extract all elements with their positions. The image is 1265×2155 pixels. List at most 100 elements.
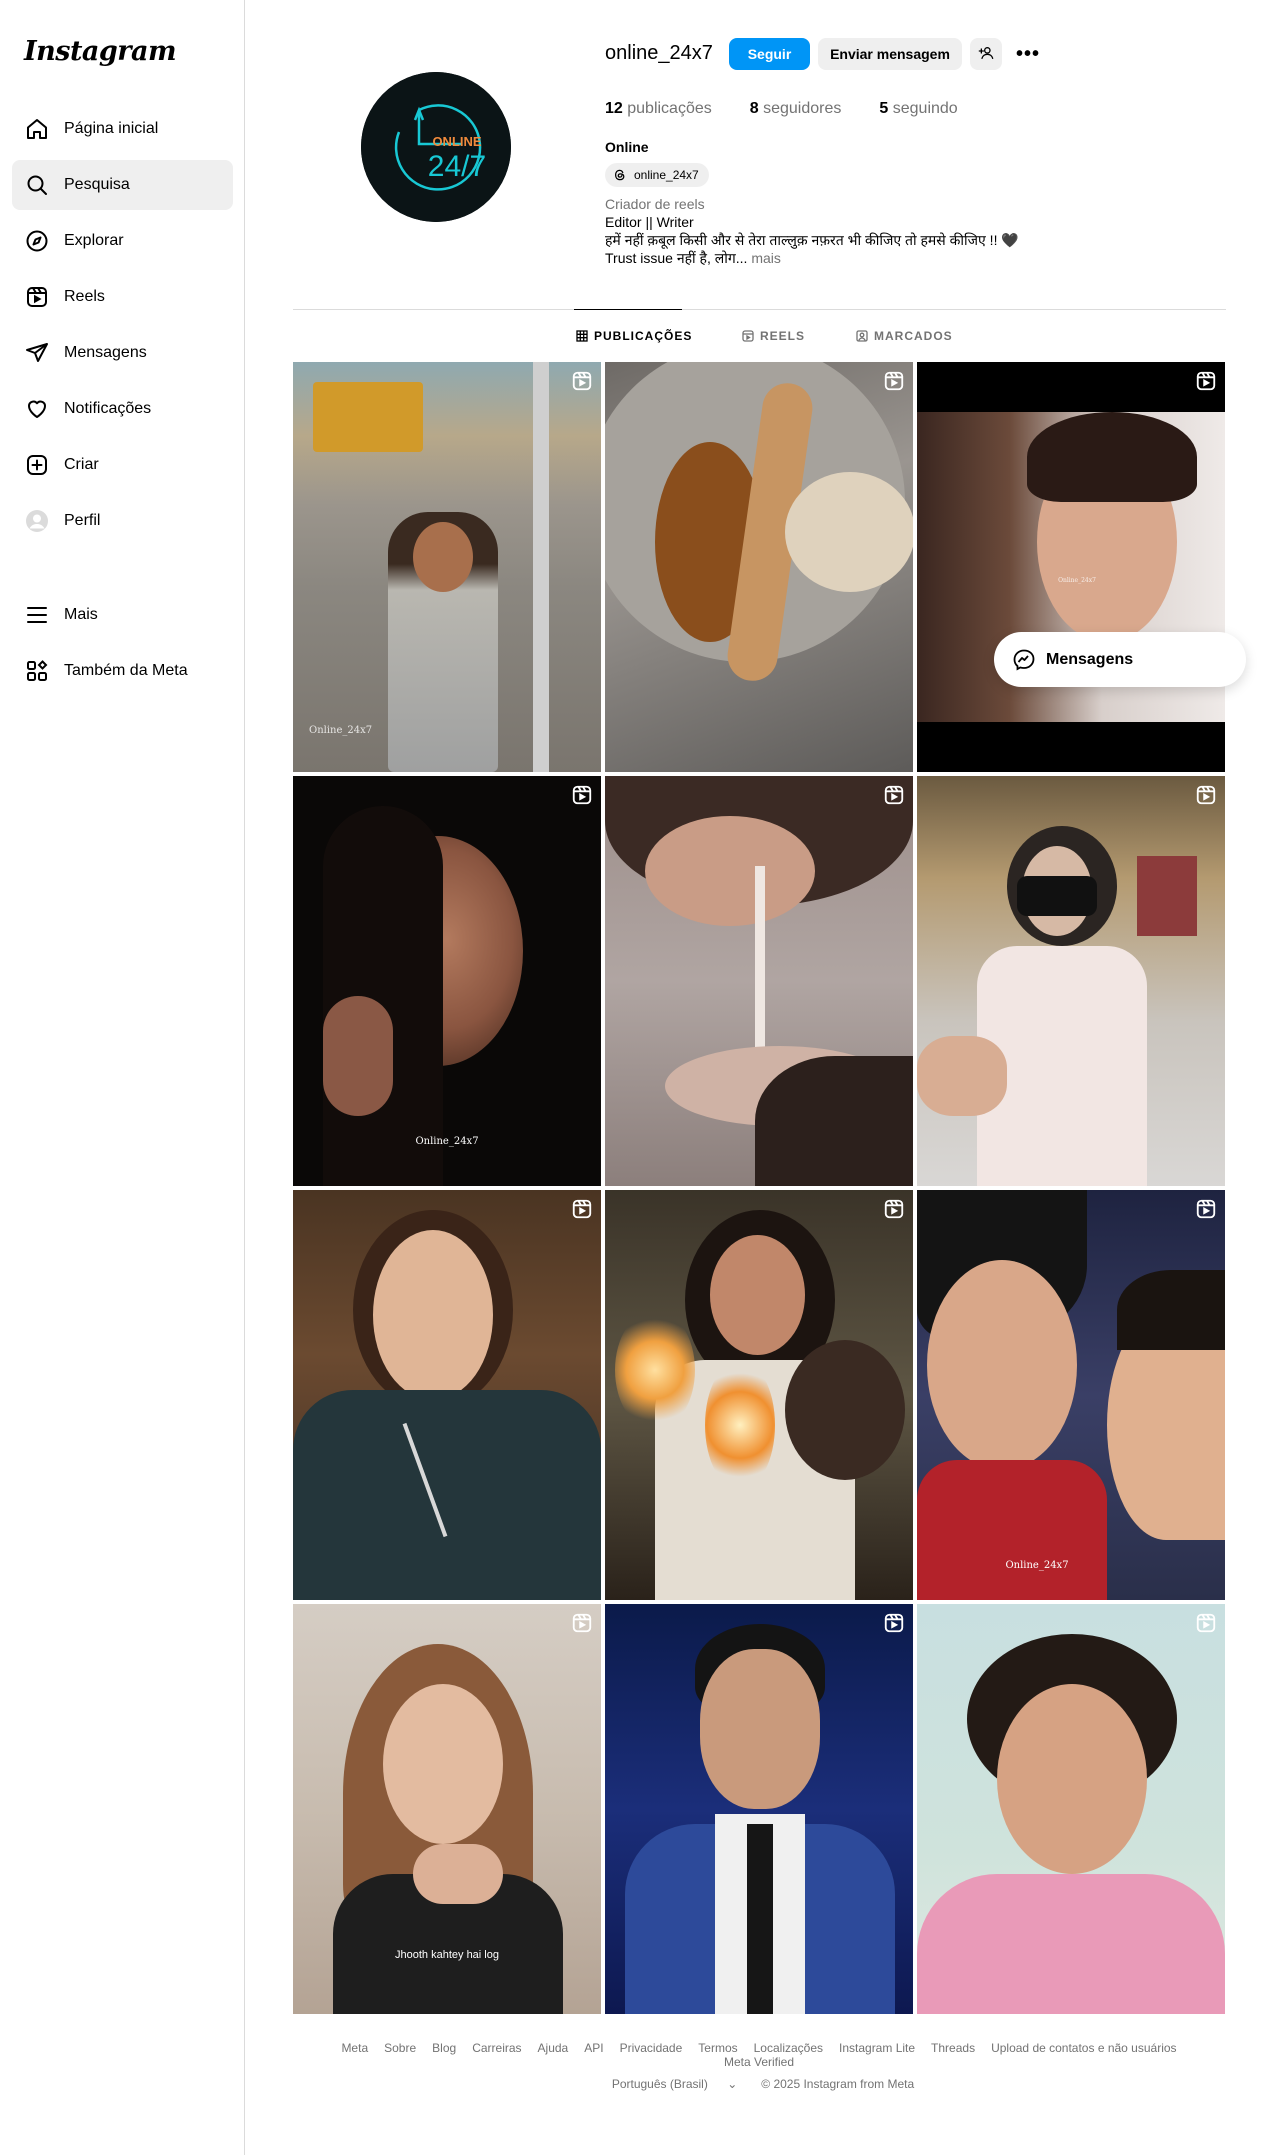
profile-username: online_24x7 [605, 42, 713, 64]
footer-link[interactable]: Termos [698, 2041, 737, 2055]
copyright: © 2025 Instagram from Meta [761, 2077, 915, 2091]
following-label: seguindo [892, 100, 958, 117]
footer-link[interactable]: Meta [341, 2041, 368, 2055]
post-tile[interactable]: Online_24x7 [293, 362, 601, 772]
footer-link[interactable]: Blog [432, 2041, 456, 2055]
bio-line: Trust issue नहीं है, लोग... mais [605, 249, 1105, 267]
send-message-button[interactable]: Enviar mensagem [818, 38, 962, 70]
reels-icon [24, 284, 50, 310]
post-caption: Online_24x7 [1005, 1560, 1069, 1571]
footer-link[interactable]: Carreiras [472, 2041, 521, 2055]
post-tile[interactable]: Online_24x7 [293, 776, 601, 1186]
nav-meta-apps[interactable]: Também da Meta [12, 646, 233, 696]
followers-count: 8 [749, 100, 759, 117]
posts-count: 12 [605, 100, 623, 117]
post-tile[interactable] [917, 776, 1225, 1186]
following-count: 5 [879, 100, 889, 117]
profile-stats: 12 publicações 8 seguidores 5 seguindo [605, 100, 996, 118]
sidebar-bottom: Mais Também da Meta [12, 590, 233, 702]
nav-home[interactable]: Página inicial [12, 104, 233, 154]
nav-meta-apps-label: Também da Meta [64, 662, 188, 679]
follow-button[interactable]: Seguir [729, 38, 810, 70]
nav-notifications[interactable]: Notificações [12, 384, 233, 434]
tab-tagged[interactable]: MARCADOS [856, 329, 953, 343]
footer-link[interactable]: Privacidade [620, 2041, 683, 2055]
compass-icon [24, 228, 50, 254]
language-selector[interactable]: Português (Brasil) ⌄ [604, 2077, 745, 2091]
footer-link[interactable]: API [584, 2041, 603, 2055]
nav-messages[interactable]: Mensagens [12, 328, 233, 378]
nav-home-label: Página inicial [64, 120, 159, 137]
post-tile[interactable]: Online_24x7 [917, 1190, 1225, 1600]
post-tile[interactable] [605, 362, 913, 772]
nav-explore[interactable]: Explorar [12, 216, 233, 266]
followers-label: seguidores [763, 100, 842, 117]
profile-avatar[interactable]: ONLINE 24/7 [361, 72, 511, 222]
profile-avatar-icon [24, 508, 50, 534]
reel-icon [1195, 1198, 1217, 1220]
footer-link[interactable]: Instagram Lite [839, 2041, 915, 2055]
footer-link[interactable]: Ajuda [538, 2041, 569, 2055]
posts-label: publicações [627, 100, 712, 117]
nav-notifications-label: Notificações [64, 400, 152, 417]
posts-stat[interactable]: 12 publicações [605, 100, 712, 118]
nav-reels[interactable]: Reels [12, 272, 233, 322]
threads-icon [613, 167, 629, 183]
threads-handle: online_24x7 [634, 168, 699, 182]
suggested-users-button[interactable] [970, 38, 1002, 70]
profile-bio: Editor || Writer हमें नहीं क़बूल किसी और… [605, 213, 1105, 267]
tab-reels[interactable]: REELS [742, 329, 805, 343]
options-button[interactable]: ••• [1012, 38, 1044, 70]
following-stat[interactable]: 5 seguindo [879, 100, 957, 118]
nav-search-label: Pesquisa [64, 176, 130, 193]
instagram-logo[interactable]: Instagram [24, 36, 177, 67]
tab-reels-label: REELS [760, 329, 806, 343]
reel-icon [571, 1198, 593, 1220]
post-tile[interactable]: Online_24x7 [917, 362, 1225, 772]
footer-link[interactable]: Sobre [384, 2041, 416, 2055]
footer-links: Meta Sobre Blog Carreiras Ajuda API Priv… [293, 2041, 1225, 2069]
nav-more[interactable]: Mais [12, 590, 233, 640]
post-tile[interactable] [293, 1190, 601, 1600]
post-tile[interactable]: Jhooth kahtey hai log [293, 1604, 601, 2014]
profile-category: Criador de reels [605, 196, 705, 212]
meta-apps-icon [24, 658, 50, 684]
reel-icon [883, 1198, 905, 1220]
nav-create[interactable]: Criar [12, 440, 233, 490]
reels-icon [742, 330, 754, 342]
post-tile[interactable] [605, 1604, 913, 2014]
post-caption: Online_24x7 [415, 1136, 479, 1147]
main-nav: Página inicial Pesquisa Explorar Reels M… [12, 104, 233, 552]
footer-link[interactable]: Threads [931, 2041, 975, 2055]
floating-messages-label: Mensagens [1046, 650, 1134, 668]
footer-link[interactable]: Localizações [754, 2041, 823, 2055]
footer-link[interactable]: Meta Verified [724, 2055, 794, 2069]
home-icon [24, 116, 50, 142]
reel-icon [883, 784, 905, 806]
reel-icon [1195, 1612, 1217, 1634]
post-tile[interactable] [605, 1190, 913, 1600]
floating-messages-button[interactable]: Mensagens [994, 632, 1246, 687]
footer-link[interactable]: Upload de contatos e não usuários [991, 2041, 1176, 2055]
send-icon [24, 340, 50, 366]
post-tile[interactable] [917, 1604, 1225, 2014]
add-person-icon [978, 45, 994, 64]
nav-profile[interactable]: Perfil [12, 496, 233, 546]
reel-icon [883, 1612, 905, 1634]
reel-icon [883, 370, 905, 392]
threads-badge[interactable]: online_24x7 [605, 163, 709, 187]
post-caption: Jhooth kahtey hai log [395, 1949, 499, 1961]
chevron-down-icon: ⌄ [727, 2077, 738, 2091]
reel-icon [571, 370, 593, 392]
nav-search[interactable]: Pesquisa [12, 160, 233, 210]
bio-more-link[interactable]: mais [751, 250, 781, 266]
menu-icon [24, 602, 50, 628]
bio-line-text: Trust issue नहीं है, लोग... [605, 250, 748, 266]
nav-more-label: Mais [64, 606, 98, 623]
post-tile[interactable] [605, 776, 913, 1186]
plus-square-icon [24, 452, 50, 478]
tab-posts[interactable]: PUBLICAÇÕES [576, 329, 692, 343]
post-caption: Online_24x7 [309, 725, 373, 736]
followers-stat[interactable]: 8 seguidores [750, 100, 842, 118]
posts-grid: Online_24x7 Online_24x7 Online_24x7 Onli… [293, 362, 1225, 2014]
